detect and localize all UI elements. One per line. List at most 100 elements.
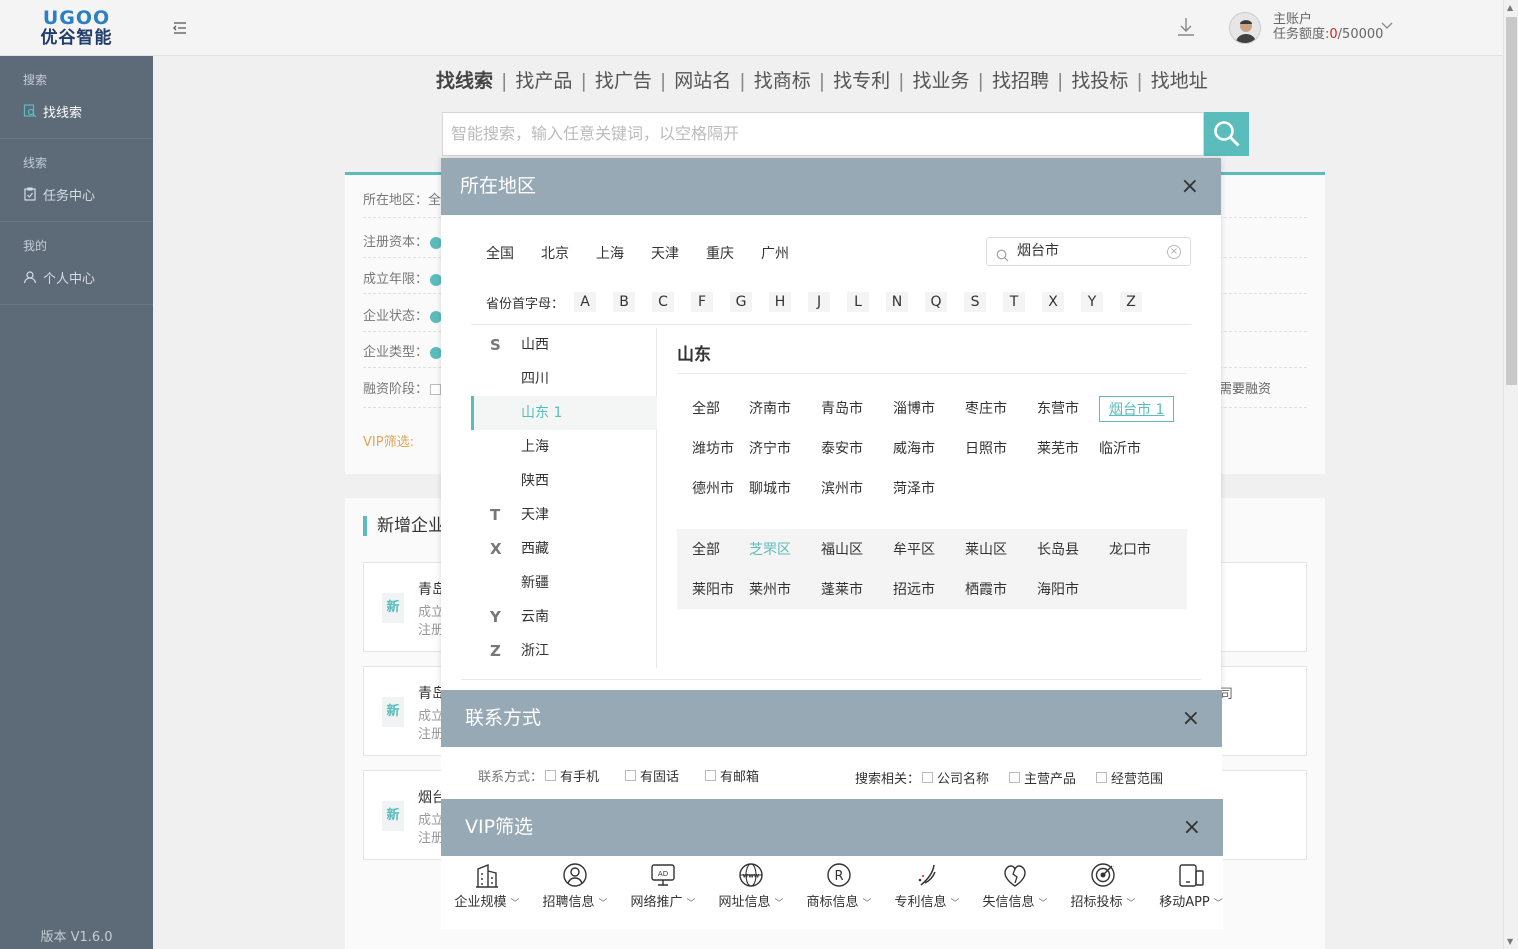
letter-B[interactable]: B [613, 292, 636, 312]
city-item[interactable]: 枣庄市 [965, 396, 1007, 422]
province-item[interactable]: T 天津 [471, 498, 657, 532]
letter-L[interactable]: L [847, 292, 870, 312]
vip-item[interactable]: 企业规模 ﹀ [443, 861, 531, 910]
city-item[interactable]: 滨州市 [821, 476, 863, 502]
city-item[interactable]: 烟台市 1 [1099, 396, 1175, 422]
option-has-phone[interactable]: 有固话 [623, 766, 679, 785]
letter-Y[interactable]: Y [1081, 292, 1104, 312]
tab-2[interactable]: 找广告 [595, 70, 652, 92]
page-scrollbar[interactable]: ▲ ▼ [1503, 0, 1518, 949]
scroll-thumb[interactable] [1506, 17, 1517, 385]
close-icon[interactable]: × [1182, 690, 1200, 747]
option-has-email[interactable]: 有邮箱 [703, 766, 759, 785]
quick-city-2[interactable]: 上海 [596, 243, 624, 263]
scroll-down-icon[interactable]: ▼ [1507, 937, 1513, 946]
letter-Z[interactable]: Z [1120, 292, 1143, 312]
district-item[interactable]: 芝罘区 [749, 539, 791, 559]
city-item[interactable]: 东营市 [1037, 396, 1079, 422]
letter-X[interactable]: X [1042, 292, 1065, 312]
option-has-mobile[interactable]: 有手机 [543, 766, 599, 785]
letter-J[interactable]: J [808, 292, 831, 312]
close-icon[interactable]: × [1181, 158, 1199, 215]
letter-A[interactable]: A [574, 292, 597, 312]
tab-6[interactable]: 找业务 [913, 70, 970, 92]
quick-city-4[interactable]: 重庆 [706, 243, 734, 263]
city-item[interactable]: 莱芜市 [1037, 436, 1079, 462]
vip-item[interactable]: 招聘信息 ﹀ [531, 861, 619, 910]
letter-T[interactable]: T [1003, 292, 1026, 312]
tab-1[interactable]: 找产品 [515, 70, 572, 92]
vip-item[interactable]: www 网址信息 ﹀ [707, 861, 795, 910]
tab-0[interactable]: 找线索 [436, 70, 493, 92]
letter-G[interactable]: G [730, 292, 753, 312]
scroll-up-icon[interactable]: ▲ [1507, 3, 1513, 12]
province-item[interactable]: X 西藏 [471, 532, 657, 566]
menu-collapse-icon[interactable] [172, 20, 188, 36]
vip-item[interactable]: 失信信息 ﹀ [971, 861, 1059, 910]
district-item[interactable]: 长岛县 [1037, 539, 1079, 559]
tab-3[interactable]: 网站名 [674, 70, 731, 92]
quick-city-3[interactable]: 天津 [651, 243, 679, 263]
city-item[interactable]: 威海市 [893, 436, 935, 462]
letter-N[interactable]: N [886, 292, 909, 312]
letter-S[interactable]: S [964, 292, 987, 312]
city-item[interactable]: 青岛市 [821, 396, 863, 422]
district-item[interactable]: 海阳市 [1037, 579, 1079, 599]
sidebar-item-find-leads[interactable]: 找线索 [0, 94, 153, 128]
province-item[interactable]: 山东 1 [471, 396, 657, 430]
district-item[interactable]: 牟平区 [893, 539, 935, 559]
district-item[interactable]: 蓬莱市 [821, 579, 863, 599]
tab-4[interactable]: 找商标 [754, 70, 811, 92]
district-item[interactable]: 莱山区 [965, 539, 1007, 559]
letter-F[interactable]: F [691, 292, 714, 312]
district-item[interactable]: 龙口市 [1109, 539, 1151, 559]
sidebar-item-profile[interactable]: 个人中心 [0, 260, 153, 294]
district-item[interactable]: 全部 [692, 539, 720, 559]
search-button[interactable] [1204, 112, 1249, 156]
tab-7[interactable]: 找招聘 [992, 70, 1049, 92]
letter-H[interactable]: H [769, 292, 792, 312]
letter-C[interactable]: C [652, 292, 675, 312]
city-item[interactable]: 菏泽市 [893, 476, 935, 502]
account-info[interactable]: 主账户 任务额度:0/50000 [1273, 12, 1383, 42]
tab-9[interactable]: 找地址 [1151, 70, 1208, 92]
tab-5[interactable]: 找专利 [833, 70, 890, 92]
logo[interactable]: UGOO 优谷智能 [0, 0, 153, 56]
district-item[interactable]: 栖霞市 [965, 579, 1007, 599]
vip-item[interactable]: 招标投标 ﹀ [1059, 861, 1147, 910]
option-company-name[interactable]: 公司名称 [920, 768, 989, 787]
province-item[interactable]: Z 浙江 [471, 634, 657, 668]
city-item[interactable]: 日照市 [965, 436, 1007, 462]
city-item[interactable]: 全部 [692, 396, 720, 422]
chevron-down-icon[interactable] [1381, 20, 1393, 33]
city-item[interactable]: 济宁市 [749, 436, 791, 462]
city-item[interactable]: 临沂市 [1099, 436, 1141, 462]
quick-city-5[interactable]: 广州 [761, 243, 789, 263]
option-main-products[interactable]: 主营产品 [1007, 768, 1076, 787]
vip-item[interactable]: R 商标信息 ﹀ [795, 861, 883, 910]
tab-8[interactable]: 找投标 [1071, 70, 1128, 92]
city-item[interactable]: 淄博市 [893, 396, 935, 422]
district-item[interactable]: 莱州市 [749, 579, 791, 599]
district-item[interactable]: 福山区 [821, 539, 863, 559]
province-item[interactable]: S 山西 [471, 328, 657, 362]
city-item[interactable]: 潍坊市 [692, 436, 734, 462]
close-icon[interactable]: × [1183, 799, 1201, 856]
city-item[interactable]: 聊城市 [749, 476, 791, 502]
district-item[interactable]: 招远市 [893, 579, 935, 599]
city-search-input[interactable]: 烟台市 × [986, 237, 1191, 266]
option-business-scope[interactable]: 经营范围 [1094, 768, 1163, 787]
city-item[interactable]: 德州市 [692, 476, 734, 502]
search-input[interactable]: 智能搜索，输入任意关键词，以空格隔开 [442, 112, 1204, 156]
city-item[interactable]: 泰安市 [821, 436, 863, 462]
vip-item[interactable]: AD 网络推广 ﹀ [619, 861, 707, 910]
download-icon[interactable] [1176, 16, 1196, 38]
province-item[interactable]: Y 云南 [471, 600, 657, 634]
sidebar-item-task-center[interactable]: 任务中心 [0, 177, 153, 211]
need-financing-option[interactable]: 需要融资 [1219, 378, 1271, 397]
city-item[interactable]: 济南市 [749, 396, 791, 422]
quick-city-0[interactable]: 全国 [486, 243, 514, 263]
quick-city-1[interactable]: 北京 [541, 243, 569, 263]
province-item[interactable]: 上海 [471, 430, 657, 464]
province-item[interactable]: 陕西 [471, 464, 657, 498]
